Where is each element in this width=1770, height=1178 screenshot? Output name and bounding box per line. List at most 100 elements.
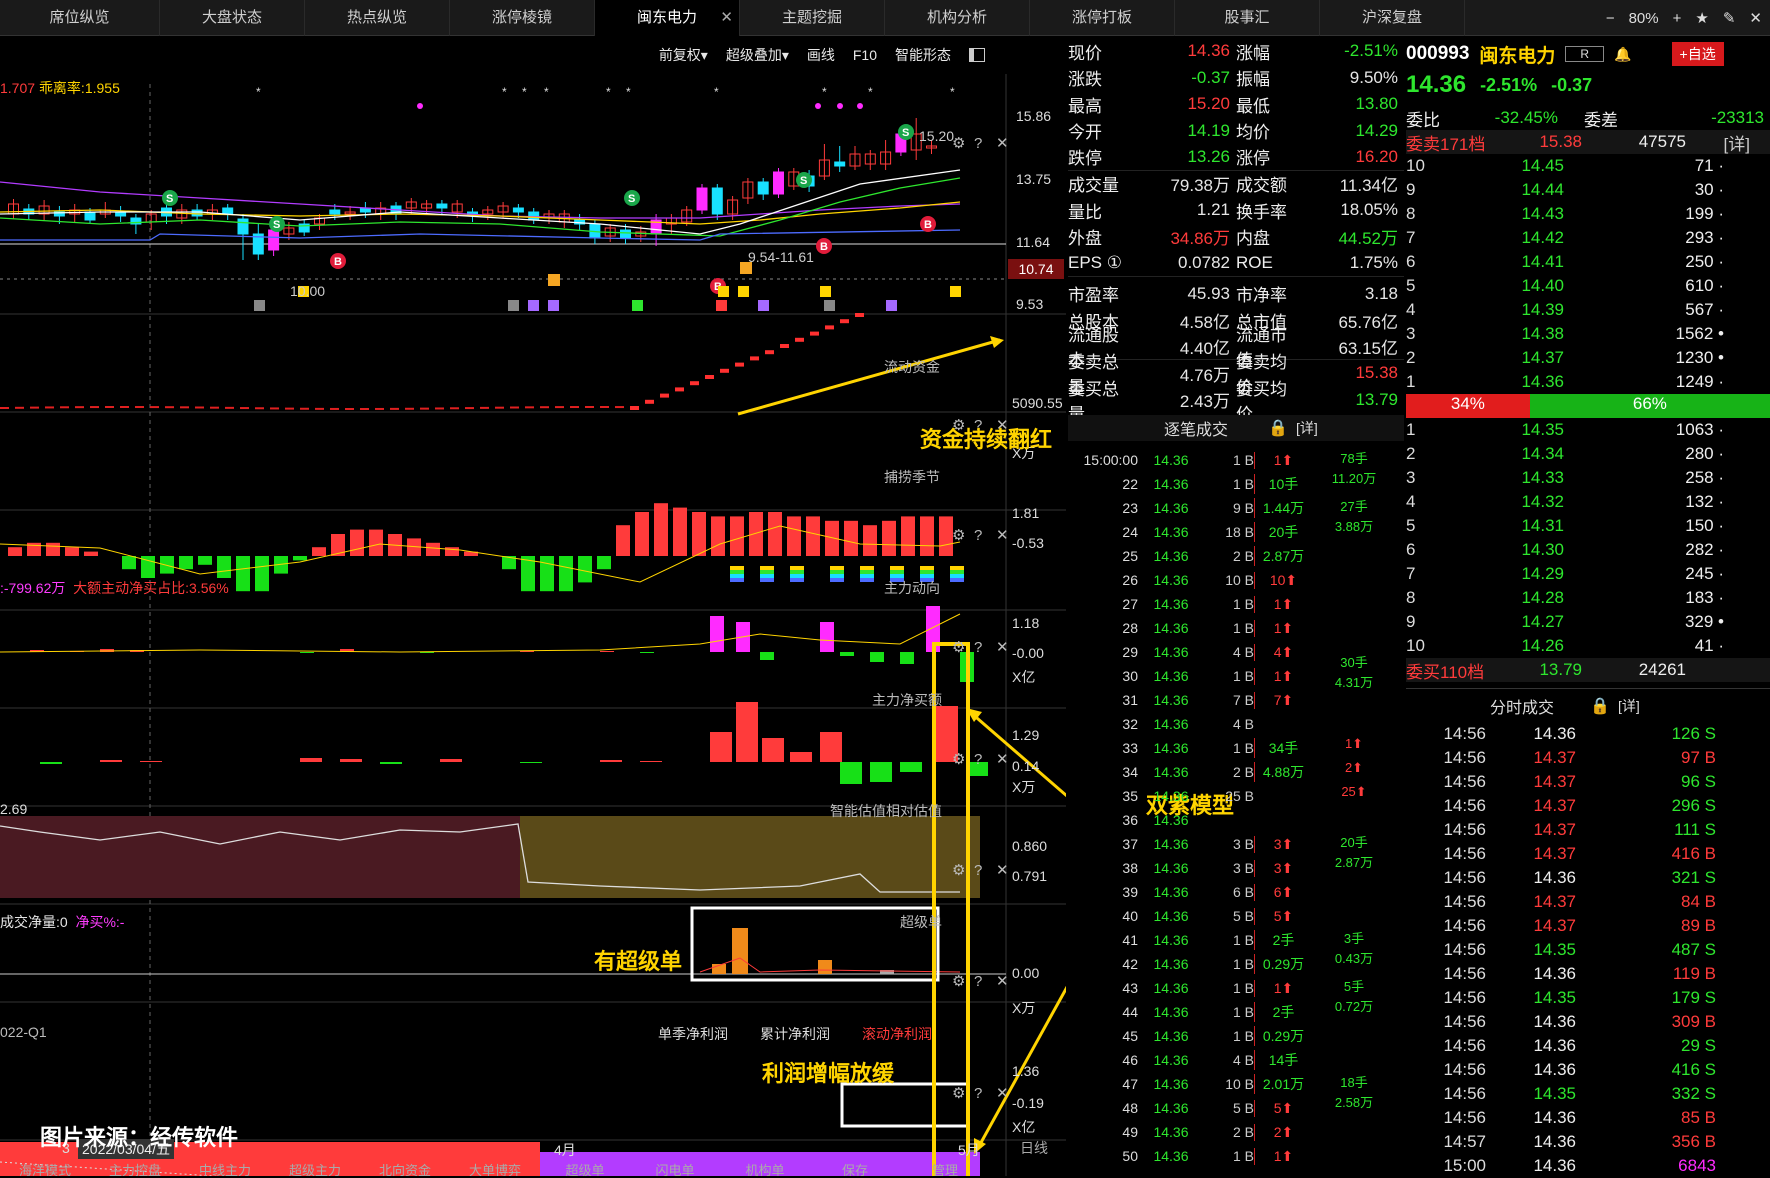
star-marker: * (822, 85, 827, 99)
quote-key: 今开 (1068, 123, 1102, 143)
season-bar (179, 556, 193, 570)
profit-tab-quarter[interactable]: 单季净利润 (658, 1024, 728, 1044)
signal-dot (857, 103, 863, 109)
tab-7[interactable]: 涨停打板 (1030, 0, 1175, 36)
tab-2[interactable]: 热点纵览 (305, 0, 450, 36)
season-bar (236, 556, 250, 592)
orderbook-cell: 14.27 (1521, 612, 1564, 631)
tab-5[interactable]: 主题挖掘 (740, 0, 885, 36)
profit-tab-rolling[interactable]: 滚动净利润 (862, 1024, 932, 1044)
tick-cell: 42 (1122, 956, 1138, 972)
quote-row: 市盈率 45.93 市净率 3.18 (1068, 281, 1404, 308)
stock-code: 000993 (1406, 43, 1470, 64)
orderbook-row: 14:56 14.37 111 S (1406, 818, 1770, 842)
tab-0[interactable]: 席位纵览 (0, 0, 160, 36)
tick-cell: 39 (1122, 884, 1138, 900)
indicator-tab[interactable]: 超级主力 (270, 1160, 360, 1176)
indicator-tab[interactable]: 主力控盘 (90, 1160, 180, 1176)
fq-dropdown[interactable]: 前复权▾ (659, 45, 708, 65)
lock-icon[interactable]: 🔒 (1590, 696, 1610, 716)
tick-group-label: 0.43万 (1334, 951, 1374, 966)
orderbook-row: 14:56 14.35 179 S (1406, 986, 1770, 1010)
netbuy-bar (790, 752, 812, 762)
quote-value: 44.52万 (1338, 229, 1398, 249)
super-left2: 净买%:- (75, 914, 125, 930)
orderbook-row: 6 14.30 282 · (1406, 538, 1770, 562)
event-icon (716, 300, 727, 311)
lock-icon[interactable]: 🔒 (1268, 418, 1288, 438)
indicator-tab[interactable]: 机构单 (720, 1160, 810, 1176)
season-rainbow (920, 570, 934, 574)
tab-8[interactable]: 股事汇 (1175, 0, 1320, 36)
layout-icon[interactable] (969, 48, 985, 62)
tick-cell: 14.36 (1153, 764, 1189, 780)
indicator-tab[interactable]: 大单博弈 (450, 1160, 540, 1176)
event-icon (632, 300, 643, 311)
main-bar (870, 652, 884, 662)
indicator-tab[interactable]: 闪电单 (630, 1160, 720, 1176)
season-bar (217, 556, 231, 578)
zoom-in-icon[interactable]: + (1673, 10, 1682, 27)
tab-4[interactable]: 闽东电力 ✕ (595, 0, 740, 36)
indicator-tab[interactable]: 中线主力 (180, 1160, 270, 1176)
tick-cell: 36 (1122, 812, 1138, 828)
tick-cell: 4 B (1232, 1052, 1254, 1068)
main-bar (820, 622, 834, 652)
tick-cell: 30 (1122, 668, 1138, 684)
overlay-dropdown[interactable]: 超级叠加▾ (726, 45, 789, 65)
x-label: 4月 (554, 1142, 576, 1158)
quote-key: 外盘 (1068, 229, 1102, 249)
tick-cell: 25 B (1225, 788, 1254, 804)
current-price-tag: 10.74 (1008, 259, 1064, 279)
tick-group-label: 3手 (1343, 931, 1365, 946)
tab-1[interactable]: 大盘状态 (160, 0, 305, 36)
edit-icon[interactable]: ✎ (1723, 9, 1736, 27)
star-marker: * (544, 85, 549, 99)
close-icon[interactable]: ✕ (1749, 9, 1762, 27)
tick-cell: 14.36 (1153, 572, 1189, 588)
zoom-level[interactable]: 80% (1629, 10, 1659, 27)
orderbook-cell: 14.37 (1533, 844, 1576, 863)
f10-button[interactable]: F10 (853, 47, 877, 63)
alert-icon[interactable]: 🔔 (1614, 46, 1631, 63)
star-marker: * (256, 85, 261, 99)
quote-value: 4.40亿 (1179, 338, 1230, 358)
tab-6[interactable]: 机构分析 (885, 0, 1030, 36)
draw-button[interactable]: 画线 (807, 45, 835, 65)
season-rainbow (860, 566, 874, 570)
pattern-button[interactable]: 智能形态 (895, 45, 951, 65)
indicator-tab[interactable]: 管理 (900, 1160, 990, 1176)
indicator-tab[interactable]: 超级单 (540, 1160, 630, 1176)
tick-row: 36 14.36 (1068, 808, 1404, 832)
quote-value: 14.19 (1187, 120, 1230, 140)
netbuy-bar (600, 760, 622, 762)
sell-signal-icon: S (800, 175, 807, 187)
zoom-out-icon[interactable]: − (1606, 10, 1615, 27)
orderbook-cell: 14.35 (1533, 988, 1576, 1007)
tick-cell: 14.36 (1153, 740, 1189, 756)
r-badge[interactable]: R (1565, 46, 1605, 62)
season-rainbow (860, 570, 874, 574)
stock-header: 000993 闽东电力 R 🔔 +自选 (1406, 38, 1770, 70)
indicator-tab[interactable]: 保存 (810, 1160, 900, 1176)
tab-3[interactable]: 涨停棱镜 (450, 0, 595, 36)
period-label[interactable]: 日线 (1020, 1138, 1048, 1158)
indicator-tab[interactable]: 海洋模式 (0, 1160, 90, 1176)
indicator-tab[interactable]: 北向资金 (360, 1160, 450, 1176)
orderbook-cell: -23313 (1711, 108, 1764, 127)
quote-row: 成交量 79.38万 成交额 11.34亿 (1068, 171, 1404, 198)
fenshi-detail-link[interactable]: [详] (1618, 696, 1640, 716)
tick-cell: 14手 (1254, 1050, 1312, 1070)
orderbook-cell: 111 S (1674, 820, 1716, 839)
add-watchlist-button[interactable]: +自选 (1671, 42, 1724, 66)
zhubi-list[interactable]: 15:00:00 14.36 1 B 1⬆ 22 14.36 1 B 10手 23 14.36 9 … (1068, 448, 1404, 1176)
orderbook-row: 委比 -32.45% 委差 -23313 (1406, 106, 1770, 130)
candle (84, 211, 96, 221)
favorite-icon[interactable]: ★ (1695, 9, 1708, 27)
profit-tab-cumulative[interactable]: 累计净利润 (760, 1024, 830, 1044)
tab-close-icon[interactable]: ✕ (720, 0, 733, 36)
orderbook-cell: 13.79 (1539, 660, 1582, 679)
orderbook-cell: 14:56 (1443, 916, 1486, 935)
zhubi-detail-link[interactable]: [详] (1296, 418, 1318, 438)
tab-9[interactable]: 沪深复盘 (1320, 0, 1465, 36)
